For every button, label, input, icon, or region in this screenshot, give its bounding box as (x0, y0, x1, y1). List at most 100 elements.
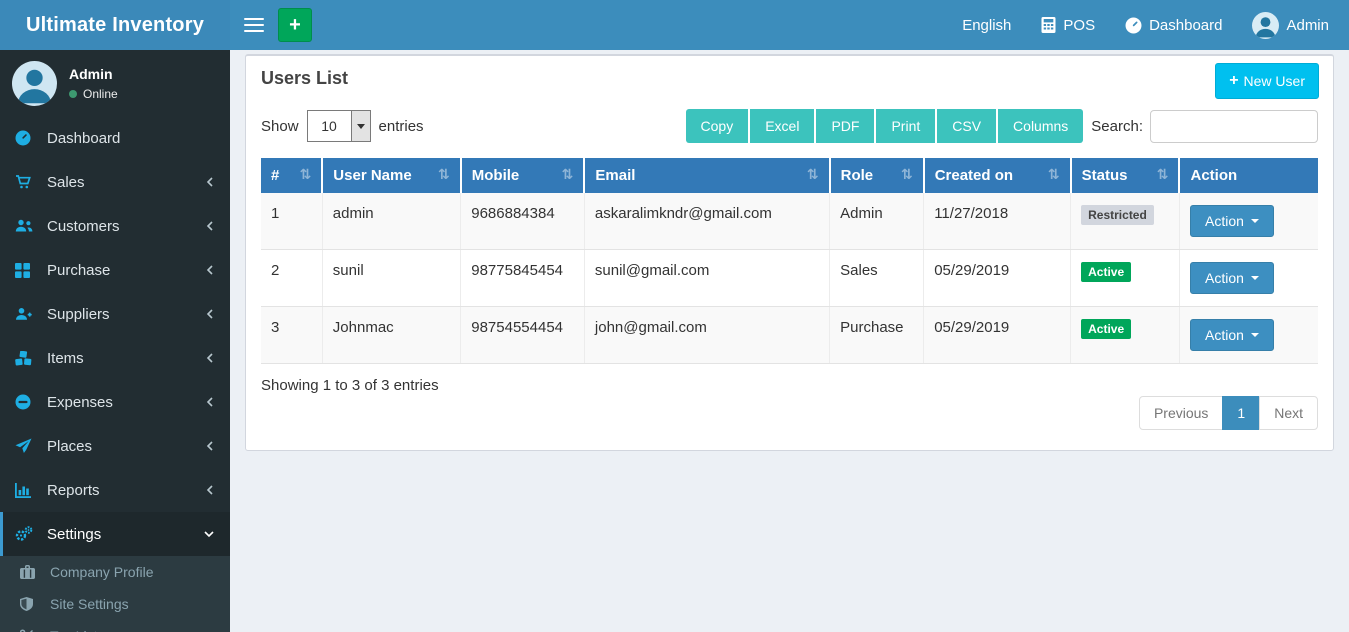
sidebar-menu: Dashboard Sales Customers Purchase Suppl… (0, 116, 230, 556)
dashboard-icon (15, 130, 41, 146)
avatar (1252, 12, 1279, 39)
sort-icon[interactable]: ⇅ (807, 167, 819, 183)
sidebar-toggle-icon[interactable] (244, 14, 264, 36)
pos-link[interactable]: POS (1041, 17, 1095, 34)
csv-button[interactable]: CSV (937, 109, 996, 143)
table-header-row: ⇅# ⇅User Name ⇅Mobile ⇅Email ⇅Role ⇅Crea… (261, 158, 1318, 193)
column-header-num[interactable]: ⇅# (261, 158, 322, 193)
top-navbar: Ultimate Inventory + English POS Dashboa… (0, 0, 1349, 50)
action-button[interactable]: Action (1190, 319, 1274, 351)
cubes-icon (15, 351, 41, 366)
table-row: 1 admin 9686884384 askaralimkndr@gmail.c… (261, 193, 1318, 250)
calculator-icon (1041, 17, 1056, 33)
column-header-email[interactable]: ⇅Email (584, 158, 829, 193)
sidebar-user-panel: Admin Online (0, 50, 230, 116)
pagination: Previous 1 Next (1139, 396, 1318, 430)
user-plus-icon (15, 307, 41, 321)
caret-down-icon (1251, 219, 1259, 223)
shield-icon (20, 597, 44, 611)
search-input[interactable] (1150, 110, 1318, 143)
bar-chart-icon (15, 483, 41, 498)
sidebar-item-customers[interactable]: Customers (0, 204, 230, 248)
caret-down-icon (1251, 276, 1259, 280)
sort-icon[interactable]: ⇅ (562, 167, 574, 183)
table-row: 3 Johnmac 98754554454 john@gmail.com Pur… (261, 307, 1318, 364)
users-list-card: Users List + New User Show 10 entries Co… (245, 54, 1334, 451)
pagination-next[interactable]: Next (1259, 396, 1318, 430)
quick-add-button[interactable]: + (278, 8, 312, 42)
columns-button[interactable]: Columns (998, 109, 1083, 143)
action-button[interactable]: Action (1190, 262, 1274, 294)
cell-email: john@gmail.com (584, 307, 829, 364)
search-label: Search: (1091, 118, 1143, 135)
sidebar-item-settings[interactable]: Settings (0, 512, 230, 556)
paper-plane-icon (15, 438, 41, 454)
column-header-role[interactable]: ⇅Role (830, 158, 924, 193)
action-button[interactable]: Action (1190, 205, 1274, 237)
chevron-left-icon (205, 308, 215, 320)
gears-icon (15, 526, 41, 542)
online-status-dot (69, 90, 77, 98)
cell-email: sunil@gmail.com (584, 250, 829, 307)
chevron-left-icon (205, 220, 215, 232)
column-header-action: Action (1179, 158, 1318, 193)
sidebar-item-suppliers[interactable]: Suppliers (0, 292, 230, 336)
language-menu[interactable]: English (962, 17, 1011, 34)
sidebar-item-items[interactable]: Items (0, 336, 230, 380)
sidebar-item-reports[interactable]: Reports (0, 468, 230, 512)
show-label: Show (261, 118, 299, 135)
chevron-left-icon (205, 396, 215, 408)
cell-mobile: 9686884384 (461, 193, 585, 250)
cart-icon (15, 174, 41, 190)
sidebar-item-tax-list[interactable]: Tax List (0, 620, 230, 632)
chevron-left-icon (205, 264, 215, 276)
cell-num: 3 (261, 307, 322, 364)
sidebar-user-name: Admin (69, 66, 118, 82)
sidebar-item-purchase[interactable]: Purchase (0, 248, 230, 292)
sidebar-item-expenses[interactable]: Expenses (0, 380, 230, 424)
pagination-page-1[interactable]: 1 (1222, 396, 1260, 430)
chevron-left-icon (205, 440, 215, 452)
excel-button[interactable]: Excel (750, 109, 814, 143)
entries-summary: Showing 1 to 3 of 3 entries (261, 377, 1318, 394)
brand-logo[interactable]: Ultimate Inventory (0, 0, 230, 50)
print-button[interactable]: Print (876, 109, 935, 143)
main-content: Users List Add/Update Users Home > Users… (230, 0, 1349, 451)
sort-icon[interactable]: ⇅ (438, 167, 450, 183)
cell-created: 11/27/2018 (924, 193, 1071, 250)
copy-button[interactable]: Copy (686, 109, 749, 143)
sidebar-item-places[interactable]: Places (0, 424, 230, 468)
column-header-status[interactable]: ⇅Status (1071, 158, 1180, 193)
column-header-mobile[interactable]: ⇅Mobile (461, 158, 585, 193)
column-header-username[interactable]: ⇅User Name (322, 158, 460, 193)
new-user-button[interactable]: + New User (1215, 63, 1319, 99)
cell-num: 1 (261, 193, 322, 250)
sort-icon[interactable]: ⇅ (901, 167, 913, 183)
dashboard-link[interactable]: Dashboard (1125, 17, 1222, 34)
chevron-left-icon (205, 352, 215, 364)
pagination-previous[interactable]: Previous (1139, 396, 1223, 430)
sort-icon[interactable]: ⇅ (1157, 167, 1169, 183)
sidebar: Admin Online Dashboard Sales Customers P… (0, 50, 230, 632)
settings-submenu: Company Profile Site Settings Tax List (0, 556, 230, 632)
sidebar-item-company-profile[interactable]: Company Profile (0, 556, 230, 588)
sort-icon[interactable]: ⇅ (300, 167, 312, 183)
cell-num: 2 (261, 250, 322, 307)
sort-icon[interactable]: ⇅ (1048, 167, 1060, 183)
chevron-down-icon (203, 529, 215, 539)
user-menu[interactable]: Admin (1252, 12, 1329, 39)
avatar (12, 61, 57, 106)
status-badge: Active (1081, 262, 1131, 282)
users-icon (15, 219, 41, 233)
user-status: Online (69, 87, 118, 101)
sidebar-item-sales[interactable]: Sales (0, 160, 230, 204)
select-arrow-icon (351, 111, 370, 141)
sidebar-item-site-settings[interactable]: Site Settings (0, 588, 230, 620)
sidebar-item-dashboard[interactable]: Dashboard (0, 116, 230, 160)
minus-circle-icon (15, 394, 41, 410)
column-header-created[interactable]: ⇅Created on (924, 158, 1071, 193)
entries-select[interactable]: 10 (307, 110, 371, 142)
pdf-button[interactable]: PDF (816, 109, 874, 143)
entries-label: entries (379, 118, 424, 135)
caret-down-icon (1251, 333, 1259, 337)
